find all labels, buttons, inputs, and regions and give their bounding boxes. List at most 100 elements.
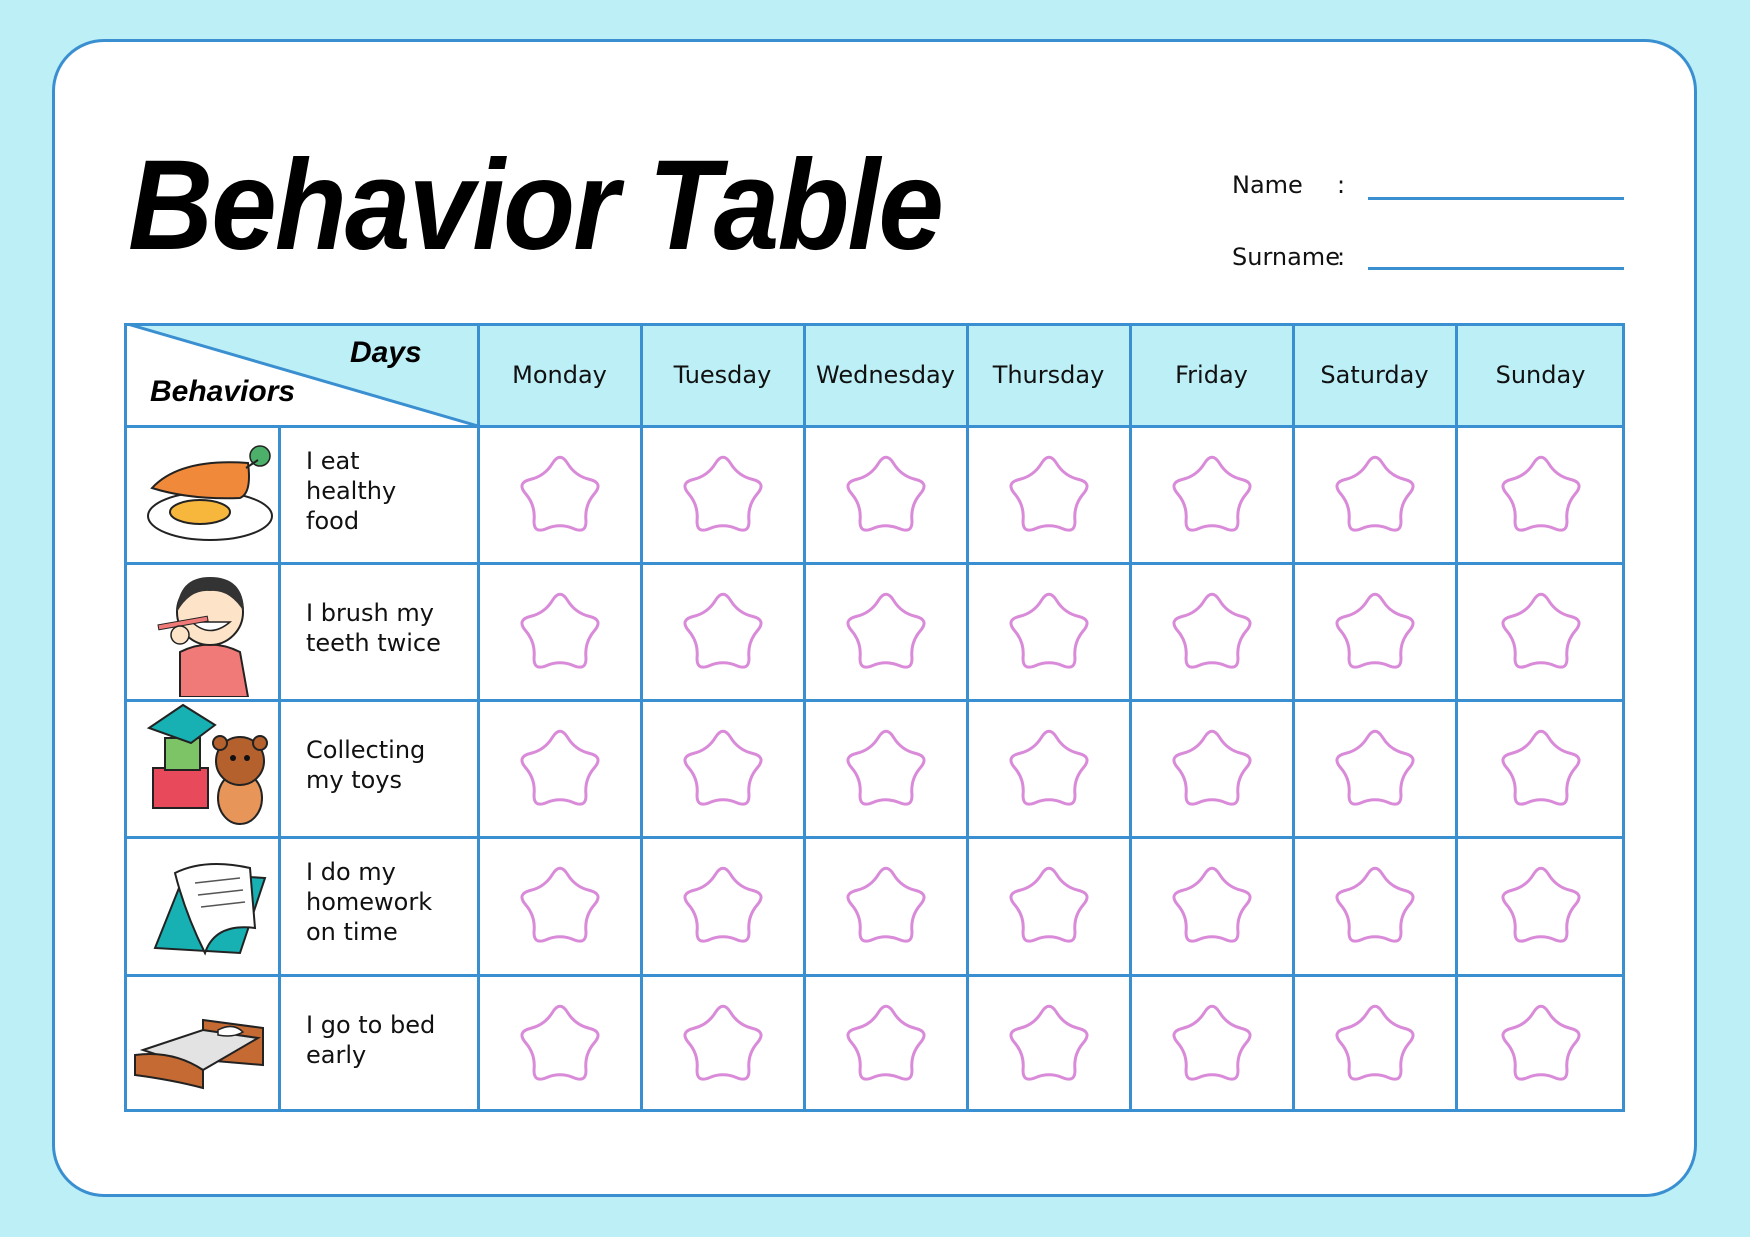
- star-icon: [682, 866, 763, 943]
- day-header-thursday: Thursday: [992, 360, 1105, 389]
- star-icon: [1171, 455, 1252, 532]
- day-header-wednesday: Wednesday: [816, 360, 955, 389]
- star-icon: [519, 592, 600, 669]
- star-icon: [1008, 1004, 1089, 1081]
- star-icon: [1334, 455, 1415, 532]
- bed-icon: [133, 1010, 268, 1094]
- behavior-label-line: early: [306, 1040, 367, 1069]
- star-icon: [1500, 455, 1581, 532]
- grid-line-horizontal: [124, 699, 1625, 702]
- star-checkbox[interactable]: [1493, 721, 1589, 817]
- star-checkbox[interactable]: [838, 858, 934, 954]
- star-checkbox[interactable]: [1327, 447, 1423, 543]
- grid-line-vertical: [477, 323, 480, 1112]
- name-field[interactable]: Name:: [1232, 171, 1624, 200]
- star-checkbox[interactable]: [1327, 996, 1423, 1092]
- star-icon: [682, 1004, 763, 1081]
- star-checkbox[interactable]: [1001, 447, 1097, 543]
- star-icon: [1500, 592, 1581, 669]
- behavior-label-line: I do my: [306, 858, 396, 886]
- star-checkbox[interactable]: [1327, 858, 1423, 954]
- grid-line-vertical: [803, 323, 806, 1112]
- day-header-tuesday: Tuesday: [673, 360, 772, 389]
- day-header-monday: Monday: [512, 360, 607, 389]
- star-checkbox[interactable]: [675, 858, 771, 954]
- star-checkbox[interactable]: [1493, 996, 1589, 1092]
- star-checkbox[interactable]: [838, 447, 934, 543]
- behavior-label: I do my homework on time: [306, 857, 471, 947]
- day-header-friday: Friday: [1175, 360, 1248, 389]
- star-checkbox[interactable]: [512, 996, 608, 1092]
- grid-line-vertical: [640, 323, 643, 1112]
- star-checkbox[interactable]: [1001, 996, 1097, 1092]
- toys-blocks-teddy-bear-icon: [145, 703, 275, 832]
- behavior-label-line: teeth twice: [306, 628, 441, 657]
- star-icon: [519, 455, 600, 532]
- day-header-sunday: Sunday: [1495, 360, 1586, 389]
- grid-line-horizontal: [124, 836, 1625, 839]
- star-checkbox[interactable]: [512, 721, 608, 817]
- star-icon: [519, 729, 600, 806]
- surname-input-line[interactable]: [1368, 267, 1624, 270]
- behavior-label-line: homework: [306, 888, 433, 916]
- star-checkbox[interactable]: [1164, 447, 1260, 543]
- star-checkbox[interactable]: [675, 721, 771, 817]
- star-checkbox[interactable]: [675, 584, 771, 680]
- behavior-label-line: I go to bed: [306, 1010, 436, 1039]
- star-checkbox[interactable]: [1493, 584, 1589, 680]
- star-checkbox[interactable]: [838, 721, 934, 817]
- behavior-label-line: I brush my: [306, 598, 434, 627]
- grid-line-horizontal: [124, 562, 1625, 565]
- behavior-label-line: healthy: [306, 476, 397, 505]
- star-icon: [682, 729, 763, 806]
- star-checkbox[interactable]: [1493, 447, 1589, 543]
- star-icon: [1171, 1004, 1252, 1081]
- star-checkbox[interactable]: [1164, 858, 1260, 954]
- carrot-egg-icon: [140, 438, 280, 552]
- star-checkbox[interactable]: [1001, 584, 1097, 680]
- star-icon: [1008, 729, 1089, 806]
- boy-brushing-teeth-icon: [150, 567, 270, 701]
- star-icon: [1171, 866, 1252, 943]
- behavior-table: [124, 323, 1625, 1112]
- behavior-label-line: my toys: [306, 765, 403, 794]
- star-checkbox[interactable]: [675, 996, 771, 1092]
- star-checkbox[interactable]: [838, 996, 934, 1092]
- star-icon: [1008, 866, 1089, 943]
- star-checkbox[interactable]: [512, 447, 608, 543]
- star-icon: [1500, 1004, 1581, 1081]
- behavior-label: Collecting my toys: [306, 735, 471, 795]
- star-checkbox[interactable]: [1164, 584, 1260, 680]
- star-checkbox[interactable]: [675, 447, 771, 543]
- star-icon: [845, 729, 926, 806]
- surname-label: Surname: [1232, 243, 1340, 271]
- grid-line-horizontal: [124, 974, 1625, 977]
- grid-line-vertical: [1129, 323, 1132, 1112]
- star-checkbox[interactable]: [838, 584, 934, 680]
- homework-books-icon: [145, 853, 270, 967]
- behavior-label-line: food: [306, 506, 360, 535]
- surname-field[interactable]: Surname:: [1232, 243, 1624, 271]
- star-checkbox[interactable]: [1001, 721, 1097, 817]
- name-input-line[interactable]: [1368, 197, 1624, 200]
- behavior-label: I brush my teeth twice: [306, 598, 471, 658]
- star-checkbox[interactable]: [1327, 721, 1423, 817]
- behavior-label: I go to bed early: [306, 1010, 471, 1070]
- star-checkbox[interactable]: [1001, 858, 1097, 954]
- star-icon: [1334, 866, 1415, 943]
- star-checkbox[interactable]: [512, 584, 608, 680]
- star-checkbox[interactable]: [512, 858, 608, 954]
- star-checkbox[interactable]: [1164, 721, 1260, 817]
- behavior-label-line: on time: [306, 918, 398, 946]
- star-checkbox[interactable]: [1327, 584, 1423, 680]
- star-checkbox[interactable]: [1164, 996, 1260, 1092]
- name-colon: :: [1337, 171, 1346, 199]
- grid-line-vertical: [966, 323, 969, 1112]
- star-checkbox[interactable]: [1493, 858, 1589, 954]
- star-icon: [845, 866, 926, 943]
- star-icon: [1334, 729, 1415, 806]
- grid-line-vertical: [1455, 323, 1458, 1112]
- star-icon: [1500, 729, 1581, 806]
- star-icon: [519, 866, 600, 943]
- behavior-label: I eat healthy food: [306, 446, 471, 536]
